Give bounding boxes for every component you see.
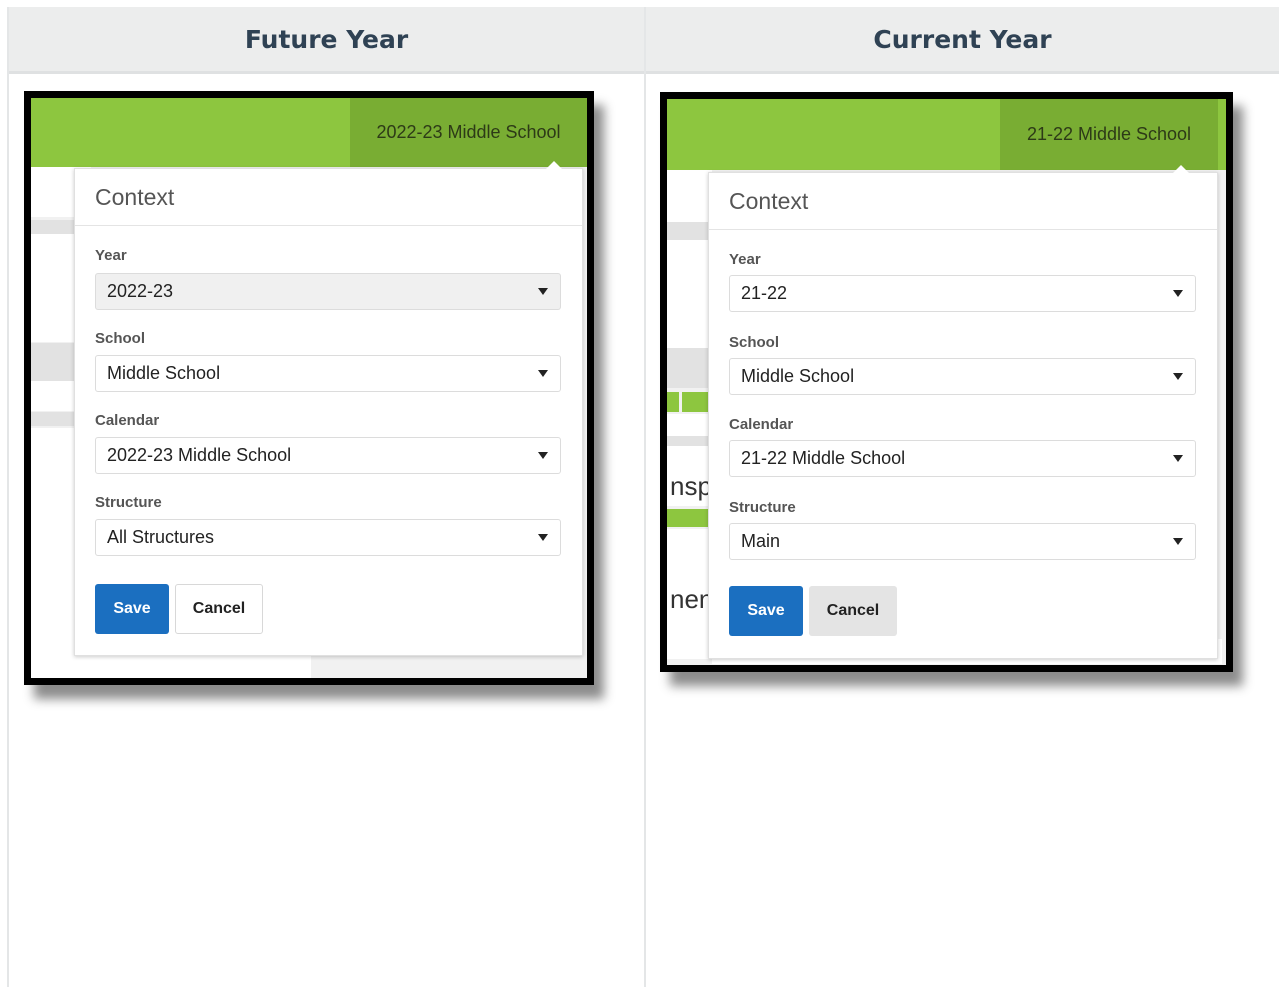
school-select[interactable]: Middle School — [729, 358, 1196, 395]
school-select-value: Middle School — [107, 363, 221, 383]
background-row — [667, 222, 712, 240]
background-green-chip — [667, 509, 712, 527]
caret-down-icon — [1173, 537, 1183, 545]
caret-down-icon — [1173, 289, 1183, 297]
cancel-button[interactable]: Cancel — [175, 584, 263, 634]
calendar-select[interactable]: 21-22 Middle School — [729, 440, 1196, 477]
structure-select-value: All Structures — [107, 527, 215, 547]
calendar-context-button[interactable]: 2022-23 Middle School — [350, 98, 587, 167]
year-select[interactable]: 21-22 — [729, 275, 1196, 312]
column-header-future-year: Future Year — [7, 7, 645, 74]
cancel-button[interactable]: Cancel — [809, 586, 897, 636]
popover-caret — [546, 161, 562, 169]
caret-down-icon — [538, 287, 548, 295]
calendar-context-label: 21-22 Middle School — [1026, 124, 1192, 144]
year-label: Year — [729, 251, 761, 268]
save-button[interactable]: Save — [729, 586, 803, 636]
caret-down-icon — [1173, 454, 1183, 462]
background-row — [667, 348, 712, 388]
caret-down-icon — [538, 451, 548, 459]
calendar-select-value: 2022-23 Middle School — [107, 445, 292, 465]
year-select-value: 2022-23 — [107, 281, 174, 301]
background-panel — [667, 414, 712, 436]
column-header-label: Future Year — [244, 24, 409, 54]
school-select[interactable]: Middle School — [95, 355, 561, 392]
caret-down-icon — [1173, 372, 1183, 380]
school-select-value: Middle School — [741, 366, 855, 386]
calendar-context-label: 2022-23 Middle School — [376, 122, 561, 142]
structure-select[interactable]: All Structures — [95, 519, 561, 556]
structure-label: Structure — [729, 499, 796, 516]
calendar-context-button[interactable]: 21-22 Middle School — [1000, 99, 1218, 170]
column-divider — [644, 7, 646, 987]
background-green-chip — [667, 392, 679, 412]
calendar-label: Calendar — [729, 416, 794, 433]
app-header-bar-edge — [1218, 99, 1226, 170]
year-select-value: 21-22 — [741, 283, 788, 303]
caret-down-icon — [538, 533, 548, 541]
calendar-select[interactable]: 2022-23 Middle School — [95, 437, 561, 474]
structure-label: Structure — [95, 494, 162, 511]
context-popover: Context Year 21-22 School Middle School … — [708, 165, 1218, 659]
current-year-screenshot: 21-22 Middle School nspc nen Context Yea… — [660, 92, 1233, 672]
save-button[interactable]: Save — [95, 584, 169, 634]
year-label: Year — [95, 247, 127, 264]
calendar-select-value: 21-22 Middle School — [741, 448, 906, 468]
background-row — [667, 436, 712, 446]
structure-select[interactable]: Main — [729, 523, 1196, 560]
background-panel — [667, 240, 712, 348]
table-border-left — [7, 7, 9, 987]
calendar-label: Calendar — [95, 412, 160, 429]
popover-title: Context — [709, 173, 1217, 230]
background-text: nen — [670, 584, 714, 614]
school-label: School — [729, 334, 780, 351]
context-popover: Context Year 2022-23 School Middle Schoo… — [74, 161, 583, 656]
column-header-label: Current Year — [873, 24, 1052, 54]
column-header-current-year: Current Year — [646, 7, 1279, 74]
popover-caret — [1173, 165, 1189, 173]
background-panel — [667, 170, 712, 222]
caret-down-icon — [538, 369, 548, 377]
year-select[interactable]: 2022-23 — [95, 273, 561, 310]
school-label: School — [95, 330, 146, 347]
popover-title: Context — [75, 169, 582, 226]
future-year-screenshot: 2022-23 Middle School Context Year 2022-… — [24, 91, 594, 685]
structure-select-value: Main — [741, 531, 781, 551]
